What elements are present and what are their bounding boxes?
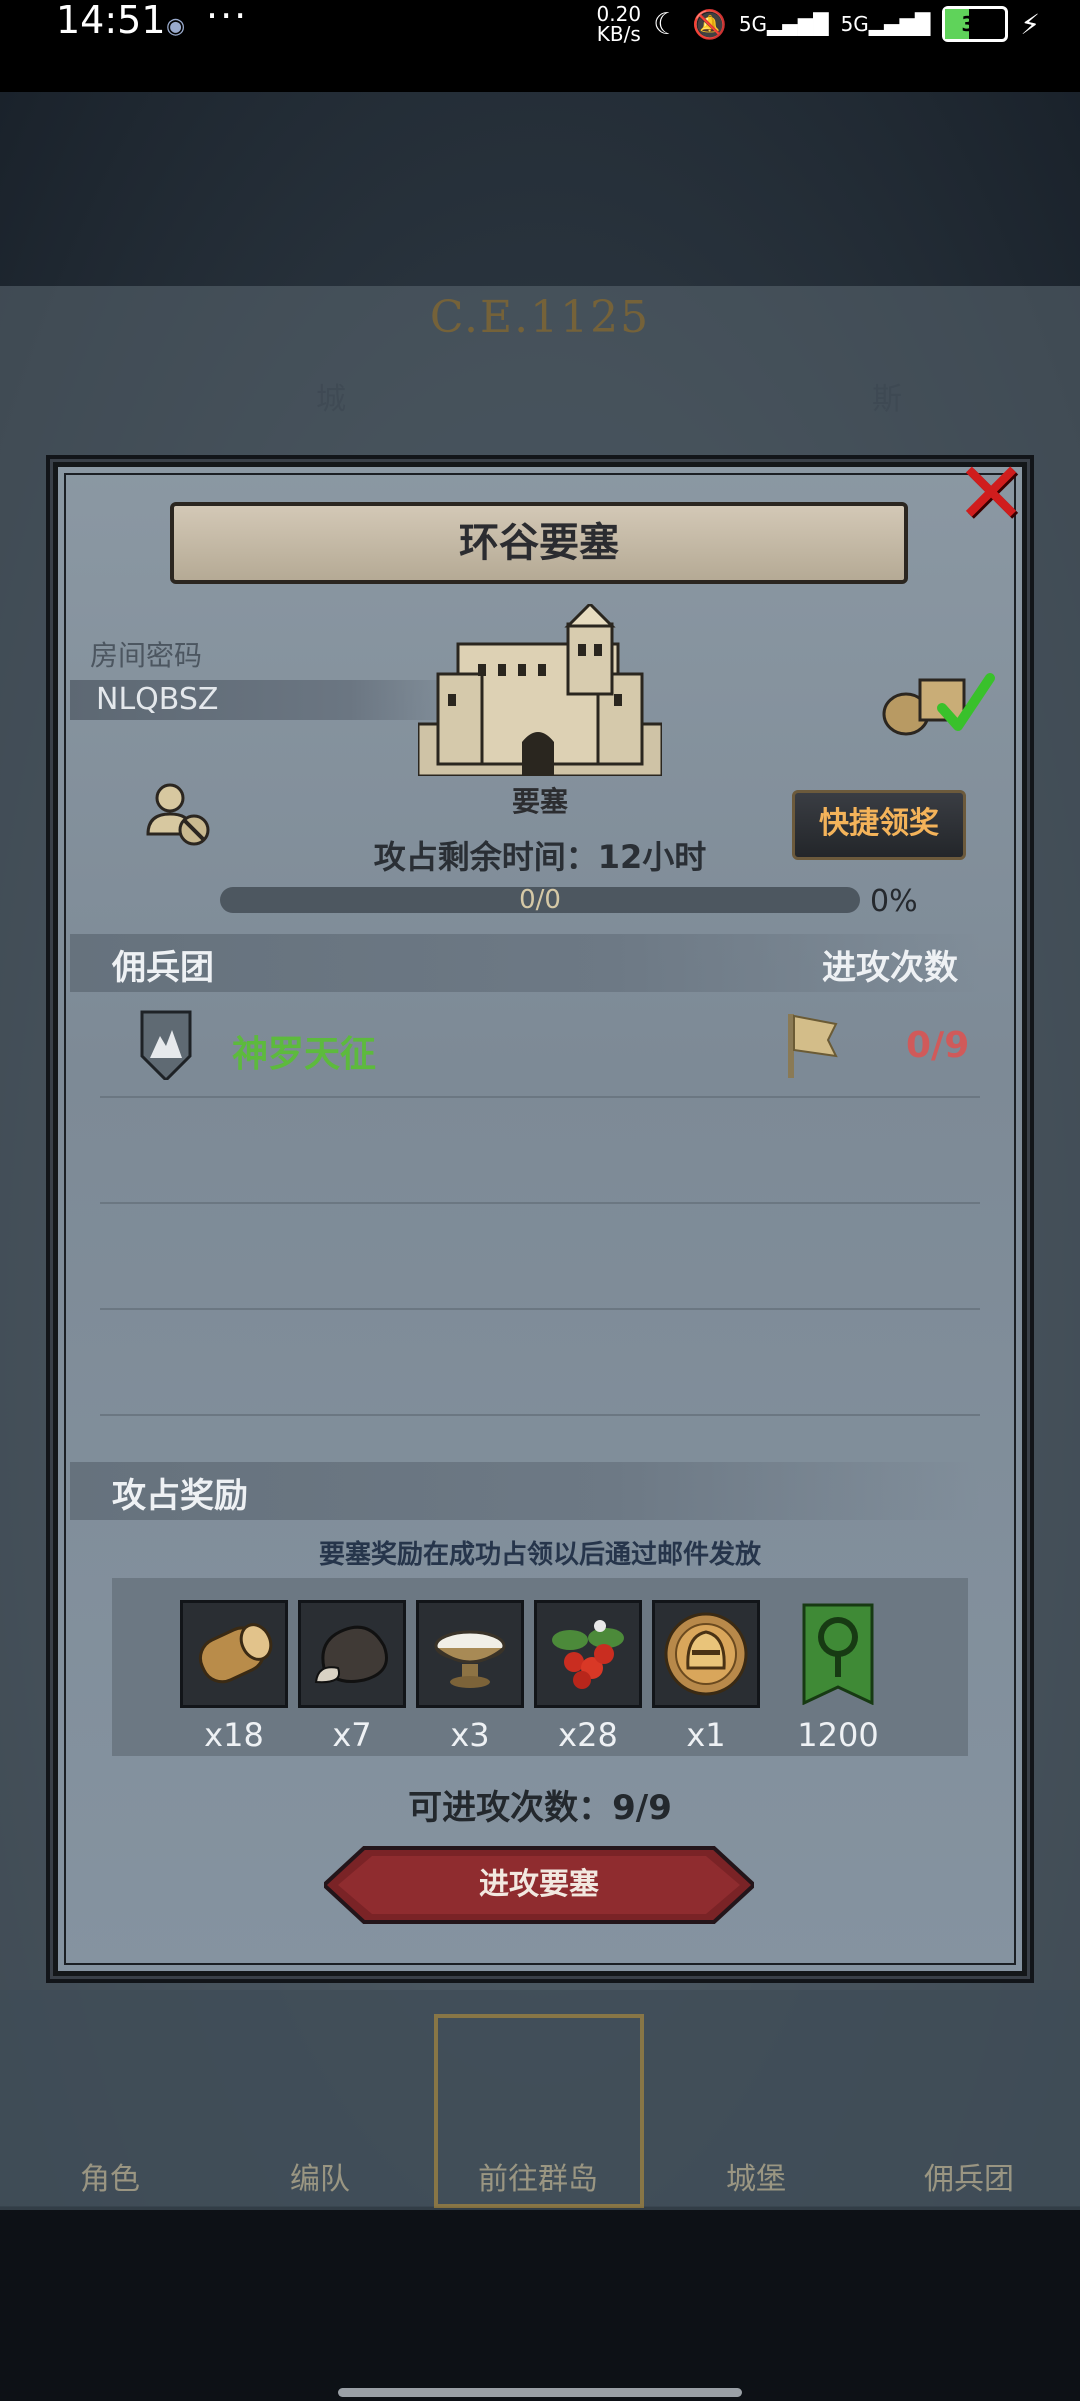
green-tree-banner-icon <box>784 1600 892 1708</box>
row-divider <box>100 1414 980 1416</box>
bg-region-label: 斯 <box>872 382 902 417</box>
bell-muted-icon: 🔕 <box>691 7 727 41</box>
room-password: NLQBSZ <box>96 682 219 717</box>
nav-mercenary[interactable]: 佣兵团 <box>924 2154 1014 2198</box>
reward-item[interactable]: x28 <box>534 1600 642 1754</box>
reward-qty: x3 <box>450 1716 490 1754</box>
nav-go-archipelago[interactable]: 前往群岛 <box>478 2154 598 2198</box>
status-bar: 14:51 ◉ ··· 0.20 KB/s ☾ 🔕 5G▂▄▆█ 5G▂▄▆█ … <box>0 0 1080 92</box>
home-indicator[interactable] <box>338 2388 742 2397</box>
mercenary-attack-count: 0/9 <box>906 1025 970 1066</box>
nav-castle[interactable]: 城堡 <box>726 2154 786 2198</box>
row-divider <box>100 1096 980 1098</box>
signal-5g-icon: 5G▂▄▆█ <box>738 12 829 36</box>
quick-claim-button[interactable]: 快捷领奖 <box>792 790 966 860</box>
network-speed-value: 0.20 <box>596 2 642 26</box>
battery-level: 39 <box>961 12 990 36</box>
status-time: 14:51 <box>56 0 166 42</box>
nav-character[interactable]: 角色 <box>80 2154 140 2198</box>
charging-icon: ⚡ <box>1020 7 1040 41</box>
wood-log-icon <box>180 1600 288 1708</box>
close-icon: ✕ <box>954 444 1028 544</box>
moon-icon: ☾ <box>653 6 680 42</box>
remaining-attempts: 可进攻次数：9/9 <box>408 1788 672 1828</box>
close-button[interactable]: ✕ <box>950 451 1032 537</box>
year-label: C.E.1125 <box>429 292 651 343</box>
room-password-label: 房间密码 <box>90 639 203 672</box>
signal-5g-icon-2: 5G▂▄▆█ <box>840 12 931 36</box>
attack-count-header: 进攻次数 <box>822 948 958 988</box>
nav-formation[interactable]: 编队 <box>290 2154 350 2198</box>
reward-item[interactable]: x3 <box>416 1600 524 1754</box>
row-divider <box>100 1202 980 1204</box>
attack-fortress-button[interactable]: 进攻要塞 <box>324 1846 754 1924</box>
salt-bowl-icon <box>416 1600 524 1708</box>
rewards-note: 要塞奖励在成功占领以后通过邮件发放 <box>318 1540 761 1570</box>
reward-item[interactable]: x7 <box>298 1600 406 1754</box>
mercenary-header: 佣兵团 <box>112 948 214 988</box>
reward-item[interactable]: 1200 <box>784 1600 892 1754</box>
guild-emblem-icon <box>140 1010 192 1080</box>
progress-percent: 0% <box>870 884 918 919</box>
fortress-icon <box>418 604 662 776</box>
ore-rock-icon <box>298 1600 406 1708</box>
fort-type-label: 要塞 <box>511 785 568 818</box>
reward-claimed-icon <box>882 673 995 736</box>
berries-icon <box>534 1600 642 1708</box>
dialog-title: 环谷要塞 <box>170 502 908 584</box>
reward-qty: x28 <box>558 1716 618 1754</box>
reward-qty: x18 <box>204 1716 264 1754</box>
flag-icon <box>788 1014 838 1078</box>
more-notifications-icon: ··· <box>206 0 249 38</box>
row-divider <box>100 1308 980 1310</box>
rewards-header: 攻占奖励 <box>112 1476 248 1516</box>
capture-progress-bar: 0/0 <box>220 887 860 913</box>
network-speed-unit: KB/s <box>596 22 641 46</box>
network-speed: 0.20 KB/s <box>597 4 642 44</box>
mercenary-name[interactable]: 神罗天征 <box>232 1025 376 1077</box>
reward-qty: x7 <box>332 1716 372 1754</box>
knight-helmet-medal-icon <box>652 1600 760 1708</box>
progress-text: 0/0 <box>519 885 561 915</box>
bg-city-label: 城 <box>316 382 346 417</box>
reward-item[interactable]: x18 <box>180 1600 288 1754</box>
reward-qty: 1200 <box>797 1716 879 1754</box>
app-notification-icon: ◉ <box>166 14 186 39</box>
reward-qty: x1 <box>686 1716 726 1754</box>
reward-item[interactable]: x1 <box>652 1600 760 1754</box>
status-right: 0.20 KB/s ☾ 🔕 5G▂▄▆█ 5G▂▄▆█ 39 ⚡ <box>597 4 1040 44</box>
battery-icon: 39 <box>942 6 1009 42</box>
